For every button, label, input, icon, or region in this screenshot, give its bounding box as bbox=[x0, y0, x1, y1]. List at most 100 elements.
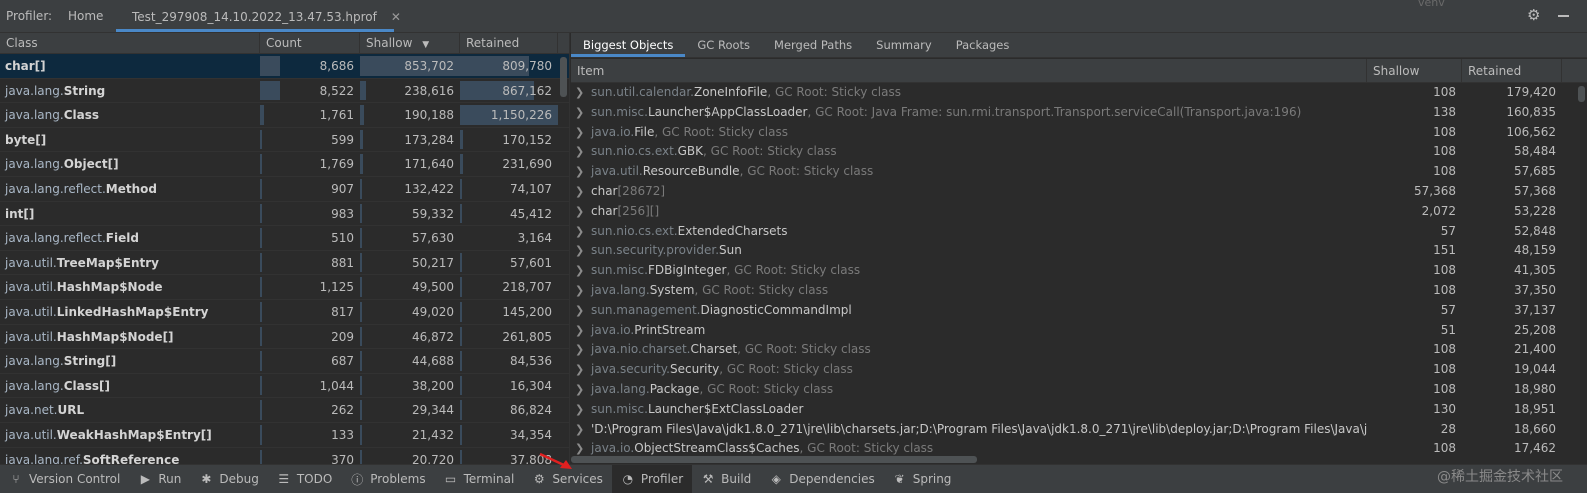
count-bar bbox=[260, 400, 262, 420]
shallow-cell: 853,702 bbox=[360, 54, 460, 78]
tab-packages[interactable]: Packages bbox=[944, 33, 1022, 57]
class-row[interactable]: java.util.LinkedHashMap$Entry 817 49,020 14… bbox=[0, 300, 569, 325]
expand-chevron-icon[interactable]: ❯ bbox=[575, 321, 591, 341]
object-row[interactable]: ❯ char[28672] 57,368 57,368 bbox=[571, 182, 1587, 202]
class-row[interactable]: java.lang.Class 1,761 190,188 1,150,226 bbox=[0, 103, 569, 128]
expand-chevron-icon[interactable]: ❯ bbox=[575, 222, 591, 242]
retained-cell: 170,152 bbox=[460, 128, 558, 152]
build-toolwindow-button[interactable]: ⚒ Build bbox=[692, 465, 760, 493]
shallow-bar bbox=[360, 277, 362, 297]
expand-chevron-icon[interactable]: ❯ bbox=[575, 360, 591, 380]
class-package: java.lang. bbox=[5, 108, 64, 123]
expand-chevron-icon[interactable]: ❯ bbox=[575, 83, 591, 103]
details-vertical-scrollbar[interactable] bbox=[1578, 86, 1585, 102]
run-icon: ▶ bbox=[140, 472, 150, 486]
class-row[interactable]: char[] 8,686 853,702 809,780 bbox=[0, 54, 569, 79]
class-row[interactable]: java.lang.Object[] 1,769 171,640 231,690 bbox=[0, 152, 569, 177]
object-row[interactable]: ❯ java.lang.System, GC Root: Sticky class… bbox=[571, 281, 1587, 301]
class-row[interactable]: int[] 983 59,332 45,412 bbox=[0, 202, 569, 227]
class-row[interactable]: java.util.HashMap$Node[] 209 46,872 261,805 bbox=[0, 325, 569, 350]
class-package: java.lang. bbox=[5, 157, 64, 172]
version-control-toolwindow-button[interactable]: ⑂ Version Control bbox=[0, 465, 129, 493]
class-row[interactable]: java.lang.String 8,522 238,616 867,162 bbox=[0, 79, 569, 104]
expand-chevron-icon[interactable]: ❯ bbox=[575, 142, 591, 162]
hprof-file-tab[interactable]: Test_297908_14.10.2022_13.47.53.hprof ✕ bbox=[116, 4, 401, 32]
object-row[interactable]: ❯ sun.management.DiagnosticCommandImpl 57 3… bbox=[571, 301, 1587, 321]
class-row[interactable]: byte[] 599 173,284 170,152 bbox=[0, 128, 569, 153]
object-row[interactable]: ❯ sun.util.calendar.ZoneInfoFile, GC Root… bbox=[571, 83, 1587, 103]
count-value: 907 bbox=[331, 181, 354, 196]
class-row[interactable]: java.lang.reflect.Method 907 132,422 74,107 bbox=[0, 177, 569, 202]
column-retained[interactable]: Retained bbox=[460, 33, 558, 54]
shallow-cell: 59,332 bbox=[360, 202, 460, 226]
column-shallow-right[interactable]: Shallow bbox=[1367, 59, 1462, 82]
class-name: java.util.LinkedHashMap$Entry bbox=[0, 300, 260, 324]
class-row[interactable]: java.util.TreeMap$Entry 881 50,217 57,601 bbox=[0, 251, 569, 276]
terminal-toolwindow-button[interactable]: ▭ Terminal bbox=[435, 465, 524, 493]
column-shallow[interactable]: Shallow ▼ bbox=[360, 33, 460, 54]
object-row[interactable]: ❯ java.lang.Package, GC Root: Sticky clas… bbox=[571, 380, 1587, 400]
expand-chevron-icon[interactable]: ❯ bbox=[575, 420, 591, 440]
shallow-value: 38,200 bbox=[412, 378, 454, 393]
minimize-icon[interactable] bbox=[1555, 7, 1571, 23]
object-row[interactable]: ❯ sun.security.provider.Sun 151 48,159 bbox=[571, 241, 1587, 261]
class-row[interactable]: java.util.HashMap$Node 1,125 49,500 218,707 bbox=[0, 275, 569, 300]
column-item[interactable]: Item bbox=[571, 59, 1367, 82]
profiler-toolwindow-button[interactable]: ◔ Profiler bbox=[611, 464, 693, 493]
column-class[interactable]: Class bbox=[0, 33, 260, 54]
tab-biggest-objects[interactable]: Biggest Objects bbox=[571, 33, 686, 57]
expand-chevron-icon[interactable]: ❯ bbox=[575, 400, 591, 420]
services-icon: ⚙ bbox=[533, 472, 545, 486]
class-row[interactable]: java.lang.ref.SoftReference 370 20,720 37,8… bbox=[0, 448, 569, 464]
object-row[interactable]: ❯ java.security.Security, GC Root: Sticky… bbox=[571, 360, 1587, 380]
object-package: sun.nio.cs.ext. bbox=[591, 144, 678, 159]
object-row[interactable]: ❯ java.util.ResourceBundle, GC Root: Stic… bbox=[571, 162, 1587, 182]
object-row[interactable]: ❯ sun.misc.Launcher$ExtClassLoader 130 18,9… bbox=[571, 400, 1587, 420]
expand-chevron-icon[interactable]: ❯ bbox=[575, 301, 591, 321]
object-name: Security bbox=[669, 362, 720, 377]
close-tab-icon[interactable]: ✕ bbox=[391, 10, 401, 24]
object-row[interactable]: ❯ 'D:\Program Files\Java\jdk1.8.0_271\jre… bbox=[571, 420, 1587, 440]
expand-chevron-icon[interactable]: ❯ bbox=[575, 340, 591, 360]
todo-toolwindow-button[interactable]: ☰ TODO bbox=[268, 465, 341, 493]
object-row[interactable]: ❯ java.io.File, GC Root: Sticky class 108 1… bbox=[571, 123, 1587, 143]
class-row[interactable]: java.util.WeakHashMap$Entry[] 133 21,432 34… bbox=[0, 423, 569, 448]
object-gc-info: , GC Root: Sticky class bbox=[767, 85, 901, 99]
expand-chevron-icon[interactable]: ❯ bbox=[575, 162, 591, 182]
object-row[interactable]: ❯ sun.nio.cs.ext.GBK, GC Root: Sticky cla… bbox=[571, 142, 1587, 162]
expand-chevron-icon[interactable]: ❯ bbox=[575, 202, 591, 222]
column-count[interactable]: Count bbox=[260, 33, 360, 54]
expand-chevron-icon[interactable]: ❯ bbox=[575, 241, 591, 261]
debug-toolwindow-button[interactable]: ✱ Debug bbox=[190, 465, 267, 493]
object-row[interactable]: ❯ java.io.PrintStream 51 25,208 bbox=[571, 321, 1587, 341]
expand-chevron-icon[interactable]: ❯ bbox=[575, 103, 591, 123]
details-horizontal-scrollbar[interactable] bbox=[571, 456, 977, 463]
object-row[interactable]: ❯ sun.misc.FDBigInteger, GC Root: Sticky … bbox=[571, 261, 1587, 281]
object-row[interactable]: ❯ java.nio.charset.Charset, GC Root: Stic… bbox=[571, 340, 1587, 360]
problems-toolwindow-button[interactable]: ⓘ Problems bbox=[341, 465, 434, 493]
dependencies-toolwindow-button[interactable]: ◈ Dependencies bbox=[760, 465, 883, 493]
tab-gc-roots[interactable]: GC Roots bbox=[685, 33, 762, 57]
object-row[interactable]: ❯ sun.misc.Launcher$AppClassLoader, GC Ro… bbox=[571, 103, 1587, 123]
class-row[interactable]: java.net.URL 262 29,344 86,824 bbox=[0, 398, 569, 423]
class-name: java.net.URL bbox=[0, 398, 260, 422]
object-row[interactable]: ❯ char[256][] 2,072 53,228 bbox=[571, 202, 1587, 222]
class-row[interactable]: java.lang.reflect.Field 510 57,630 3,164 bbox=[0, 226, 569, 251]
expand-chevron-icon[interactable]: ❯ bbox=[575, 281, 591, 301]
settings-gear-icon[interactable]: ⚙ bbox=[1527, 7, 1543, 23]
expand-chevron-icon[interactable]: ❯ bbox=[575, 182, 591, 202]
tab-summary[interactable]: Summary bbox=[864, 33, 944, 57]
class-row[interactable]: java.lang.Class[] 1,044 38,200 16,304 bbox=[0, 374, 569, 399]
expand-chevron-icon[interactable]: ❯ bbox=[575, 123, 591, 143]
home-tab[interactable]: Home bbox=[68, 9, 103, 23]
object-gc-info: , GC Root: Sticky class bbox=[799, 441, 934, 456]
expand-chevron-icon[interactable]: ❯ bbox=[575, 380, 591, 400]
run-toolwindow-button[interactable]: ▶ Run bbox=[129, 465, 190, 493]
expand-chevron-icon[interactable]: ❯ bbox=[575, 261, 591, 281]
class-table-scrollbar[interactable] bbox=[560, 57, 567, 97]
column-retained-right[interactable]: Retained bbox=[1462, 59, 1562, 82]
object-row[interactable]: ❯ sun.nio.cs.ext.ExtendedCharsets 57 52,848 bbox=[571, 222, 1587, 242]
class-row[interactable]: java.lang.String[] 687 44,688 84,536 bbox=[0, 349, 569, 374]
spring-toolwindow-button[interactable]: ❦ Spring bbox=[884, 465, 961, 493]
tab-merged-paths[interactable]: Merged Paths bbox=[762, 33, 864, 57]
